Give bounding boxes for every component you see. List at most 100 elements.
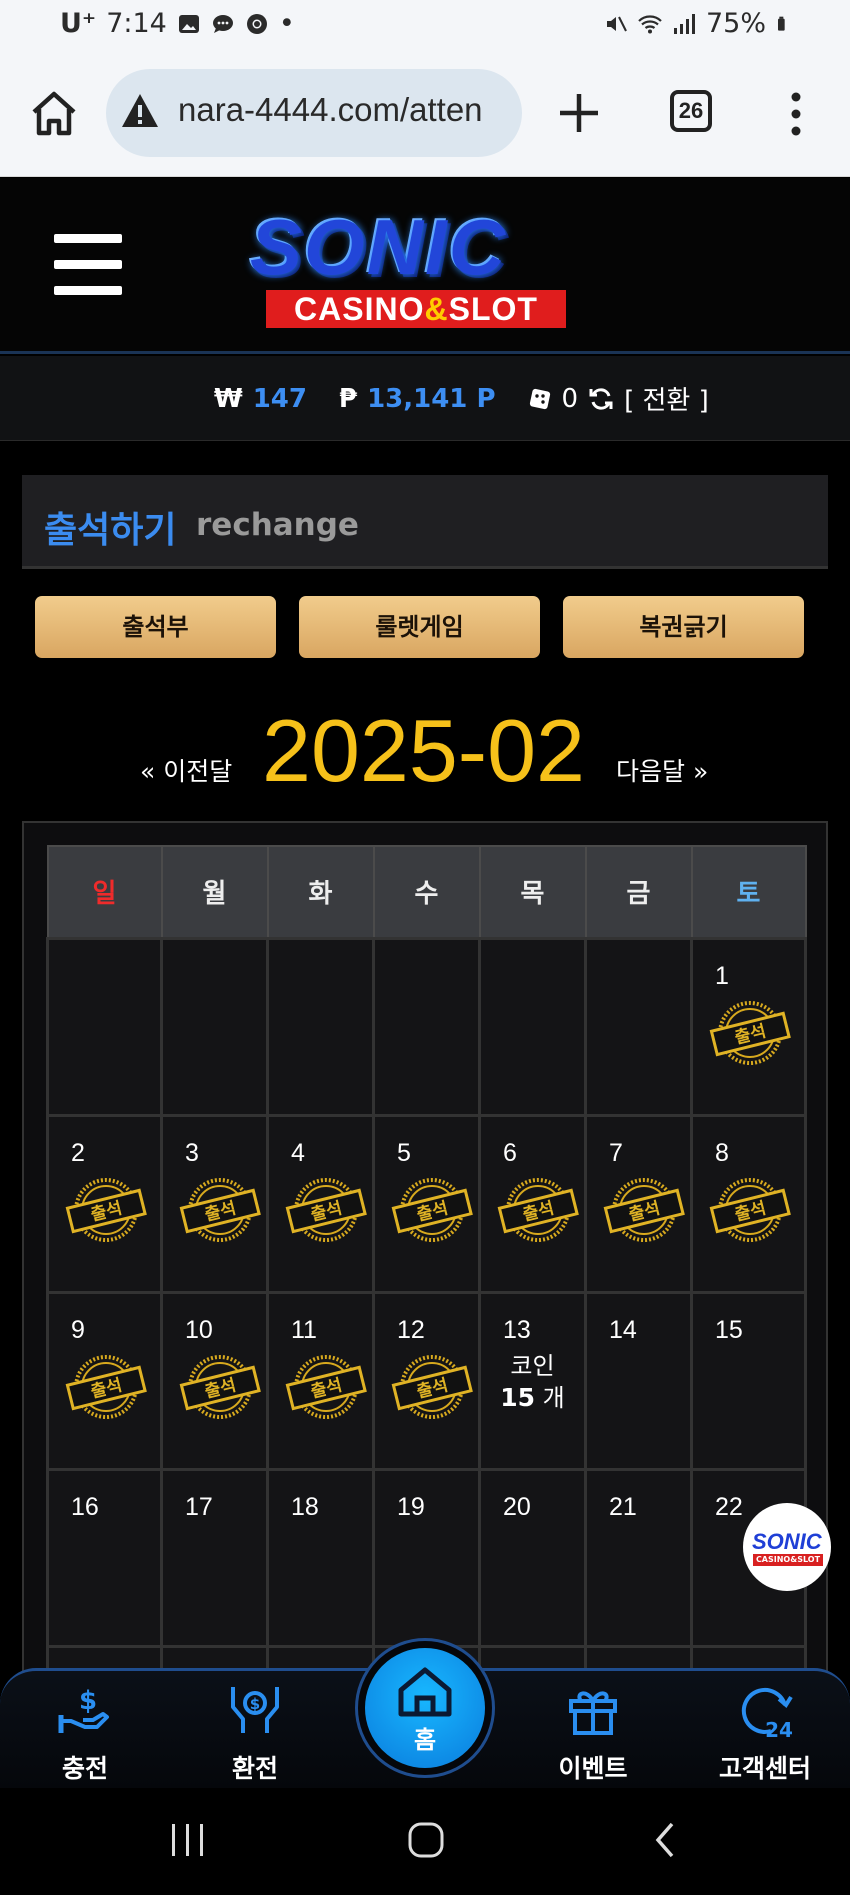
new-tab-icon[interactable] xyxy=(556,90,602,136)
logo-sub-amp: & xyxy=(424,291,449,327)
charge-icon: $ xyxy=(58,1686,109,1733)
wifi-icon xyxy=(638,14,662,33)
calendar-empty-cell xyxy=(478,936,587,1117)
balance-bar: ₩ 147 ₱ 13,141 P 0 [ 전환 ] xyxy=(0,356,850,441)
attendance-stamp-icon: 출석 xyxy=(179,1177,261,1242)
tab-switcher-button[interactable]: 26 xyxy=(670,90,712,132)
calendar-day-18[interactable]: 18 xyxy=(266,1467,375,1648)
battery-icon xyxy=(778,16,785,31)
attendance-stamp-icon: 출석 xyxy=(285,1354,367,1419)
refresh-icon[interactable] xyxy=(588,386,614,412)
tab-lottery[interactable]: 복권긁기 xyxy=(563,596,804,658)
calendar-day-2[interactable]: 2 출석 xyxy=(46,1113,163,1294)
site-logo[interactable]: SONIC CASINO&SLOT xyxy=(232,203,602,334)
nav-charge[interactable]: $ 충전 xyxy=(25,1681,145,1785)
nav-event-label: 이벤트 xyxy=(558,1754,628,1783)
weekday-sat: 토 xyxy=(690,845,807,939)
address-bar[interactable]: nara-4444.com/atten xyxy=(106,69,522,157)
home-system-icon[interactable] xyxy=(406,1820,446,1860)
won-balance: 147 xyxy=(252,383,307,414)
point-icon: ₱ xyxy=(338,383,358,414)
calendar-empty-cell xyxy=(372,936,481,1117)
coin-label: 코인 xyxy=(510,1351,555,1380)
day-number: 5 xyxy=(397,1138,411,1167)
day-number: 11 xyxy=(291,1315,317,1344)
ticket-icon xyxy=(529,388,550,409)
day-number: 17 xyxy=(185,1492,213,1521)
attendance-stamp-icon: 출석 xyxy=(285,1177,367,1242)
calendar-day-20[interactable]: 20 xyxy=(478,1467,587,1648)
calendar-day-1[interactable]: 1 출석 xyxy=(690,936,807,1117)
day-number: 15 xyxy=(715,1315,743,1344)
calendar-day-21[interactable]: 21 xyxy=(584,1467,693,1648)
support-badge: 24 xyxy=(765,1718,793,1741)
weekday-tue: 화 xyxy=(266,845,375,939)
day-number: 16 xyxy=(71,1492,99,1521)
attendance-stamp-icon: 출석 xyxy=(497,1177,579,1242)
chrome-icon xyxy=(246,13,267,34)
ticket-count: 0 xyxy=(561,383,579,414)
calendar-empty-cell xyxy=(46,936,163,1117)
floating-logo-button[interactable]: SONIC CASINO&SLOT xyxy=(743,1503,831,1591)
weekday-sun: 일 xyxy=(46,845,163,939)
calendar-day-19[interactable]: 19 xyxy=(372,1467,481,1648)
gallery-icon xyxy=(178,14,199,33)
coin-count: 15 xyxy=(500,1382,536,1412)
calendar-day-8[interactable]: 8 출석 xyxy=(690,1113,807,1294)
nav-event[interactable]: 이벤트 xyxy=(533,1681,653,1785)
svg-text:$: $ xyxy=(250,1695,260,1713)
more-notifications-dot: • xyxy=(278,8,295,39)
calendar-day-12[interactable]: 12 출석 xyxy=(372,1290,481,1471)
tab-roulette[interactable]: 룰렛게임 xyxy=(299,596,540,658)
day-number: 14 xyxy=(609,1315,637,1344)
calendar-day-4[interactable]: 4 출석 xyxy=(266,1113,375,1294)
back-icon[interactable] xyxy=(650,1820,680,1860)
day-number: 13 xyxy=(503,1315,531,1344)
day-number: 3 xyxy=(185,1138,199,1167)
browser-toolbar: nara-4444.com/atten 26 xyxy=(0,52,850,177)
hamburger-menu-icon[interactable] xyxy=(54,234,122,296)
nav-support-label: 고객센터 xyxy=(718,1754,811,1783)
nav-charge-label: 충전 xyxy=(61,1754,108,1783)
day-number: 20 xyxy=(503,1492,531,1521)
attendance-stamp-icon: 출석 xyxy=(709,1177,791,1242)
nav-home-label: 홈 xyxy=(413,1726,437,1754)
more-menu-icon[interactable] xyxy=(784,90,808,138)
coin-reward: 코인 15 개 xyxy=(481,1350,584,1414)
attendance-stamp-icon: 출석 xyxy=(603,1177,685,1242)
weekday-mon: 월 xyxy=(160,845,269,939)
calendar-day-15[interactable]: 15 xyxy=(690,1290,807,1471)
day-number: 7 xyxy=(609,1138,623,1167)
calendar-day-16[interactable]: 16 xyxy=(46,1467,163,1648)
nav-support[interactable]: 24 고객센터 xyxy=(705,1681,825,1785)
calendar-day-9[interactable]: 9 출석 xyxy=(46,1290,163,1471)
tab-attendance[interactable]: 출석부 xyxy=(35,596,276,658)
prev-month-link[interactable]: « 이전달 xyxy=(140,752,232,788)
calendar-day-3[interactable]: 3 출석 xyxy=(160,1113,269,1294)
warning-icon[interactable] xyxy=(120,91,160,131)
calendar-day-14[interactable]: 14 xyxy=(584,1290,693,1471)
calendar-day-6[interactable]: 6 출석 xyxy=(478,1113,587,1294)
calendar-day-13[interactable]: 13 코인 15 개 xyxy=(478,1290,587,1471)
attendance-stamp-icon: 출석 xyxy=(391,1354,473,1419)
calendar-day-10[interactable]: 10 출석 xyxy=(160,1290,269,1471)
calendar-day-7[interactable]: 7 출석 xyxy=(584,1113,693,1294)
nav-exchange[interactable]: $ 환전 xyxy=(195,1681,315,1785)
section-header: 출석하기 rechange xyxy=(22,475,828,569)
coin-unit: 개 xyxy=(542,1383,565,1412)
logo-subtitle: CASINO&SLOT xyxy=(266,290,566,328)
home-icon[interactable] xyxy=(28,88,80,140)
day-number: 8 xyxy=(715,1138,729,1167)
convert-button[interactable]: [ 전환 ] xyxy=(624,380,709,417)
recent-apps-icon[interactable] xyxy=(168,1822,208,1858)
calendar-day-17[interactable]: 17 xyxy=(160,1467,269,1648)
nav-home-button[interactable]: 홈 xyxy=(355,1638,495,1778)
calendar-day-11[interactable]: 11 출석 xyxy=(266,1290,375,1471)
calendar-body: 1 출석 2 출석 3 출석 4 출석 5 출석 6 출석 7 출석 8 출석 9 출석 10 출석 11 출석 12 출석 1… xyxy=(46,936,807,1679)
calendar-day-5[interactable]: 5 출석 xyxy=(372,1113,481,1294)
url-text[interactable]: nara-4444.com/atten xyxy=(178,91,514,129)
calendar-empty-cell xyxy=(160,936,269,1117)
day-number: 6 xyxy=(503,1138,517,1167)
next-month-link[interactable]: 다음달 » xyxy=(616,752,708,788)
mute-icon xyxy=(606,16,627,31)
